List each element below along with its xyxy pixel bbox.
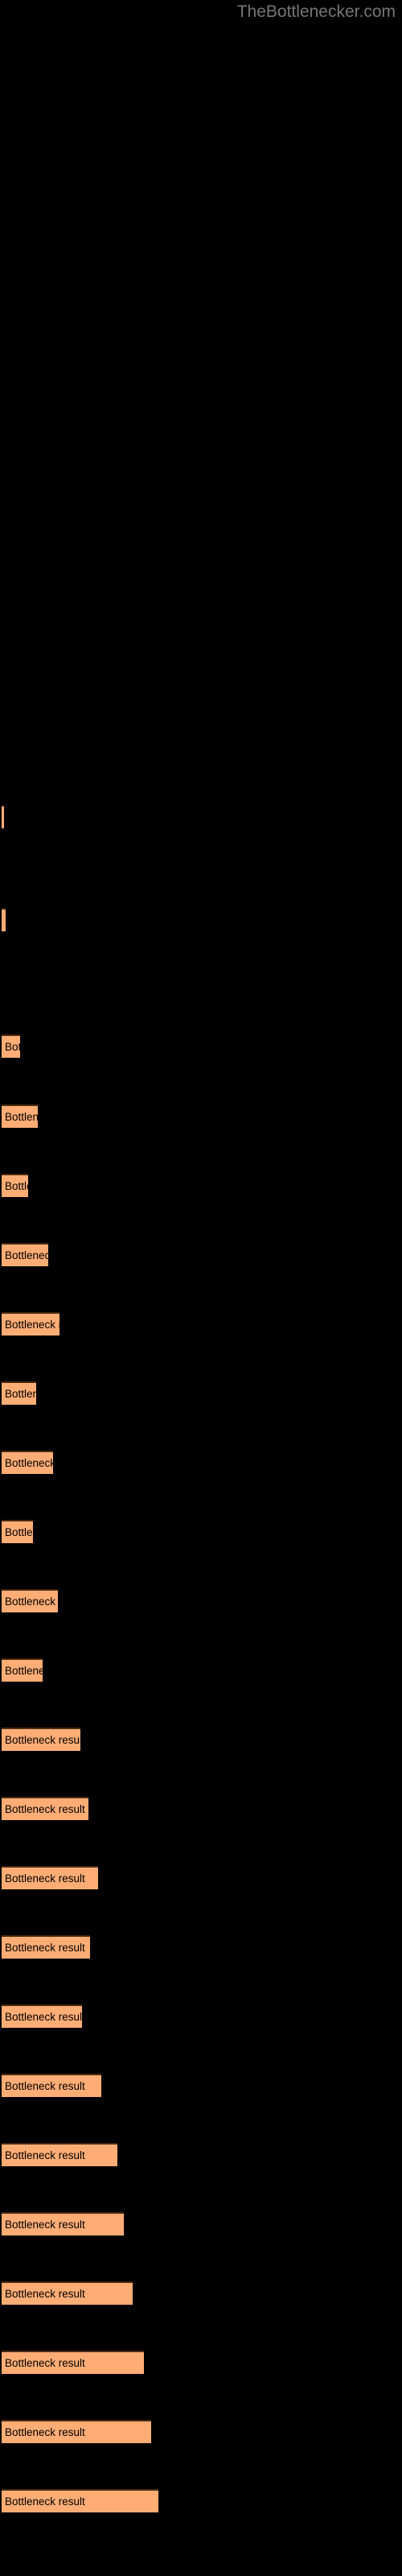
bar-row: Bottleneck result xyxy=(2,2074,101,2097)
bar: Bottleneck result xyxy=(2,1451,53,1474)
bar-row: Bottleneck result xyxy=(2,805,4,828)
bar-label: Bottleneck result xyxy=(5,1387,36,1400)
bar-row: Bottleneck result xyxy=(2,1797,88,1820)
bar-label: Bottleneck result xyxy=(5,1456,53,1469)
bar: Bottleneck result xyxy=(2,1589,58,1612)
bar-row: Bottleneck result xyxy=(2,1381,36,1405)
bar-label: Bottleneck result xyxy=(5,1664,43,1677)
bar-label: Bottleneck result xyxy=(5,1040,20,1053)
bar-label: Bottleneck result xyxy=(5,1941,85,1954)
bar: Bottleneck result xyxy=(2,1104,38,1128)
bar: Bottleneck result xyxy=(2,2351,144,2374)
bar: Bottleneck result xyxy=(2,1312,59,1335)
bar: Bottleneck result xyxy=(2,2281,133,2305)
bar: Bottleneck result xyxy=(2,805,4,828)
bar-row: Bottleneck result xyxy=(2,1312,59,1335)
bar-label: Bottleneck result xyxy=(5,914,6,927)
bar: Bottleneck result xyxy=(2,1658,43,1682)
bar-label: Bottleneck result xyxy=(5,2149,85,2161)
bar: Bottleneck result xyxy=(2,1381,36,1405)
bar-row: Bottleneck result xyxy=(2,1935,90,1959)
bar-label: Bottleneck result xyxy=(5,1802,85,1815)
bar-row: Bottleneck result xyxy=(2,1728,80,1751)
bar-label: Bottleneck result xyxy=(5,1872,85,1885)
bar-row: Bottleneck result xyxy=(2,1451,53,1474)
bar-label: Bottleneck result xyxy=(5,2010,82,2023)
bar-row: Bottleneck result xyxy=(2,2281,133,2305)
bar: Bottleneck result xyxy=(2,1866,98,1889)
bar-label: Bottleneck result xyxy=(5,2079,85,2092)
bar: Bottleneck result xyxy=(2,1728,80,1751)
bar-label: Bottleneck result xyxy=(5,2425,85,2438)
bar-row: Bottleneck result xyxy=(2,2143,117,2166)
bar: Bottleneck result xyxy=(2,1935,90,1959)
bar-label: Bottleneck result xyxy=(5,1525,33,1538)
bar-label: Bottleneck result xyxy=(5,1733,80,1746)
bar-row: Bottleneck result xyxy=(2,2004,82,2028)
bar: Bottleneck result xyxy=(2,2004,82,2028)
bar: Bottleneck result xyxy=(2,1797,88,1820)
bar-row: Bottleneck result xyxy=(2,1658,43,1682)
bar-label: Bottleneck result xyxy=(5,2287,85,2300)
bar-label: Bottleneck result xyxy=(5,2495,85,2508)
bar-label: Bottleneck result xyxy=(5,2218,85,2231)
bar-label: Bottleneck result xyxy=(5,1595,58,1608)
bottleneck-bar-chart: Bottleneck result Bottleneck result Bottle… xyxy=(0,0,402,2576)
bar-row: Bottleneck result xyxy=(2,2420,151,2443)
bar-label: Bottleneck result xyxy=(5,1110,38,1123)
bar-row: Bottleneck result xyxy=(2,2489,158,2512)
bar-row: Bottleneck result xyxy=(2,1589,58,1612)
bar-label: Bottleneck result xyxy=(5,1179,28,1192)
bar: Bottleneck result xyxy=(2,1034,20,1058)
bar-row: Bottleneck result xyxy=(2,2351,144,2374)
bar-row: Bottleneck result xyxy=(2,1520,33,1543)
bar: Bottleneck result xyxy=(2,2489,158,2512)
bar: Bottleneck result xyxy=(2,2143,117,2166)
bar: Bottleneck result xyxy=(2,2212,124,2235)
bar: Bottleneck result xyxy=(2,2074,101,2097)
bar-label: Bottleneck result xyxy=(5,1318,59,1331)
bar-row: Bottleneck result xyxy=(2,1174,28,1197)
bar: Bottleneck result xyxy=(2,1520,33,1543)
bar-row: Bottleneck result xyxy=(2,1243,48,1266)
bar: Bottleneck result xyxy=(2,1243,48,1266)
bar-row: Bottleneck result xyxy=(2,1104,38,1128)
bar: Bottleneck result xyxy=(2,908,6,931)
bar: Bottleneck result xyxy=(2,1174,28,1197)
bar: Bottleneck result xyxy=(2,2420,151,2443)
bar-row: Bottleneck result xyxy=(2,908,6,931)
bar-row: Bottleneck result xyxy=(2,1866,98,1889)
bar-row: Bottleneck result xyxy=(2,2212,124,2235)
bar-row: Bottleneck result xyxy=(2,1034,20,1058)
bar-label: Bottleneck result xyxy=(5,2356,85,2369)
bar-label: Bottleneck result xyxy=(5,1249,48,1261)
